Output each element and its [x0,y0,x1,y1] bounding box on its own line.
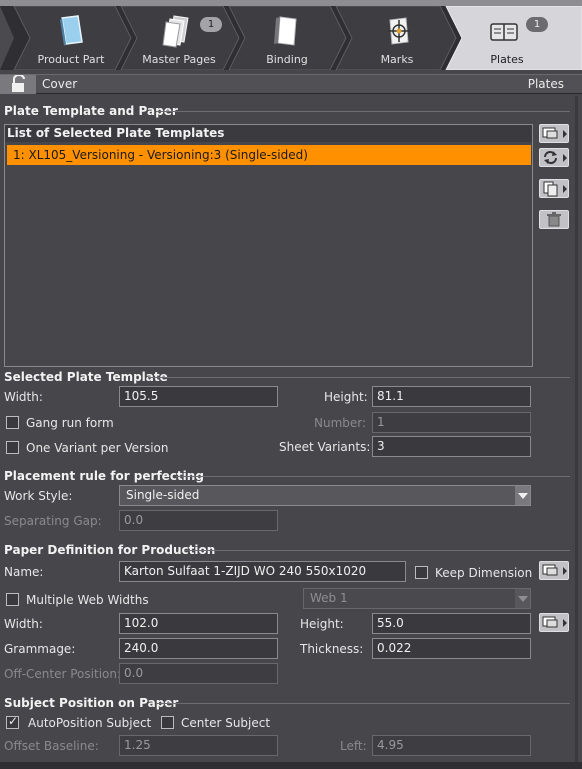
tab-label: Product Part [37,53,105,66]
template-height-field[interactable]: 81.1 [372,386,531,407]
marks-icon [388,17,410,45]
section-title-placement: Placement rule for perfecting [4,469,204,483]
workflow-tabbar: Product Part 1 Master Pages Binding Mark… [0,0,582,70]
tab-label: Marks [380,53,414,66]
section-title-subject: Subject Position on Paper [4,696,179,710]
paper-format-button[interactable] [539,613,569,632]
section-title-selected-template: Selected Plate Template [4,370,168,384]
paper-height-field[interactable]: 55.0 [372,613,531,634]
keep-dimension-checkbox[interactable] [415,566,428,579]
display-plate-button[interactable] [539,124,569,143]
tab-marks[interactable]: Marks [346,6,448,70]
center-subject-checkbox[interactable] [161,716,174,729]
web-value: Web 1 [310,591,348,605]
sheet-variants-label: Sheet Variants: [279,440,371,454]
gang-run-label: Gang run form [26,416,114,430]
paper-height-label: Height: [300,617,344,631]
gang-run-checkbox[interactable] [6,416,19,429]
section-divider [184,550,570,551]
checkmark-icon: ✓ [8,714,19,728]
tab-master-pages[interactable]: 1 Master Pages [130,6,228,70]
monitor-icon [542,564,558,576]
bottom-bar [0,762,582,769]
delete-plate-button[interactable] [539,210,569,229]
multiple-web-label: Multiple Web Widths [26,593,149,607]
tab-label: Binding [266,53,308,66]
work-style-label: Work Style: [4,489,73,503]
tab-plates[interactable]: 1 Plates [456,6,558,70]
multiple-web-checkbox[interactable] [6,593,19,606]
tab-label: Plates [490,53,524,66]
breadcrumb-view: Plates [527,77,564,91]
breadcrumb-section: Cover [42,77,78,91]
plates-icon [490,23,518,41]
left-field[interactable]: 4.95 [372,735,531,756]
web-dropdown[interactable]: Web 1 [303,588,531,609]
width-label: Width: [4,390,43,404]
section-divider [156,111,570,112]
list-item[interactable]: 1: XL105_Versioning - Versioning:3 (Sing… [7,145,531,165]
panel-scrollbar[interactable] [575,96,578,762]
thickness-label: Thickness: [300,642,364,656]
thickness-field[interactable]: 0.022 [372,638,531,659]
binding-icon [274,16,297,46]
product-part-icon [60,15,83,46]
left-label: Left: [340,739,367,753]
keep-dimension-label: Keep Dimension [435,566,533,580]
list-header: List of Selected Plate Templates [5,125,532,142]
one-variant-label: One Variant per Version [26,441,169,455]
offset-baseline-field[interactable]: 1.25 [119,735,278,756]
paper-width-field[interactable]: 102.0 [119,613,278,634]
grammage-field[interactable]: 240.0 [119,638,278,659]
work-style-dropdown[interactable]: Single-sided [119,485,531,506]
lock-button[interactable] [0,74,36,94]
refresh-icon [544,151,557,164]
auto-position-label: AutoPosition Subject [28,716,152,730]
section-title-plate-template: Plate Template and Paper [4,104,178,118]
lock-icon [12,74,25,92]
section-divider [148,377,570,378]
trash-icon [547,212,561,227]
tab-label: Master Pages [142,53,216,66]
plates-badge: 1 [526,17,548,32]
off-center-field[interactable]: 0.0 [119,663,278,684]
separating-gap-field[interactable]: 0.0 [119,510,278,531]
sheet-variants-field[interactable]: 3 [372,436,531,457]
number-label: Number: [314,416,367,430]
master-pages-icon [162,15,189,48]
plate-template-list[interactable]: List of Selected Plate Templates 1: XL10… [4,124,533,367]
monitor-icon [542,616,558,628]
copy-icon [543,181,558,197]
offset-baseline-label: Offset Baseline: [4,739,99,753]
grammage-label: Grammage: [4,642,76,656]
tab-strip: Product Part 1 Master Pages Binding Mark… [0,6,582,70]
copy-plate-button[interactable] [539,179,569,198]
breadcrumb: Cover Plates [0,74,582,94]
chevron-down-icon [515,589,530,608]
section-divider [156,703,570,704]
paper-width-label: Width: [4,617,43,631]
auto-position-checkbox[interactable]: ✓ [6,714,19,729]
paper-name-label: Name: [4,565,44,579]
paper-select-button[interactable] [539,561,569,580]
one-variant-checkbox[interactable] [6,441,19,454]
chevron-down-icon [515,486,530,505]
template-width-field[interactable]: 105.5 [119,386,278,407]
height-label: Height: [324,390,368,404]
center-subject-label: Center Subject [181,716,271,730]
master-pages-badge: 1 [200,17,222,32]
off-center-label: Off-Center Position: [4,667,122,681]
work-style-value: Single-sided [126,488,200,502]
section-divider [176,476,570,477]
exchange-plate-button[interactable] [539,148,569,167]
paper-name-field[interactable]: Karton Sulfaat 1-ZIJD WO 240 550x1020 [119,561,406,582]
tab-binding[interactable]: Binding [238,6,336,70]
tab-product-part[interactable]: Product Part [22,6,120,70]
separating-gap-label: Separating Gap: [4,514,102,528]
number-field[interactable]: 1 [372,412,531,433]
monitor-icon [542,127,558,139]
